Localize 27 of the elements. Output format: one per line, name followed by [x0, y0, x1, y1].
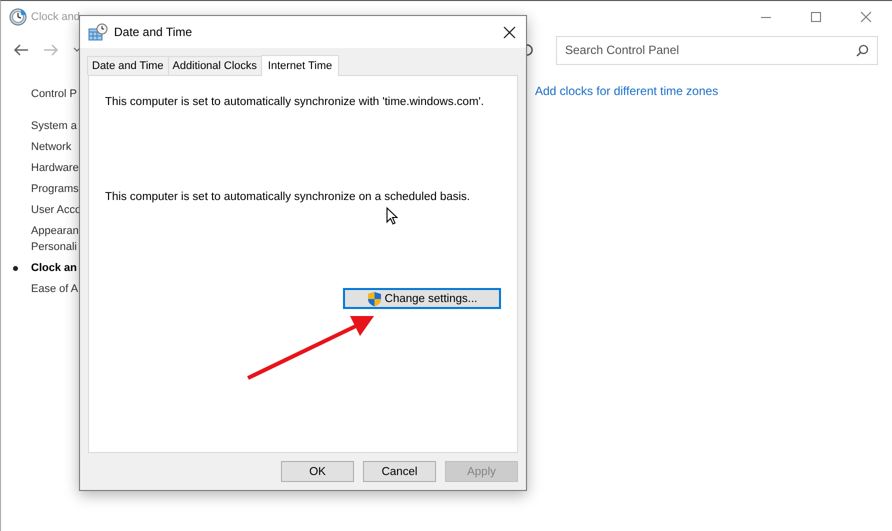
maximize-icon[interactable] — [810, 10, 822, 22]
cursor-icon — [386, 207, 398, 225]
tab[interactable]: Date and Time — [87, 56, 169, 75]
sidebar-item[interactable]: Control P — [31, 86, 77, 102]
clock-icon — [9, 8, 27, 26]
shield-icon — [366, 290, 382, 306]
sync-message: This computer is set to automatically synchronize with 'time.windows.com'. — [105, 96, 485, 108]
cancel-button[interactable]: Cancel — [363, 461, 436, 482]
window-title: Clock and — [31, 10, 80, 22]
sidebar-item[interactable]: Hardware — [31, 160, 79, 176]
search-icon — [856, 44, 869, 56]
tab[interactable]: Internet Time — [260, 55, 340, 76]
calendar-clock-icon — [88, 23, 108, 41]
sidebar-item[interactable]: Ease of A — [31, 281, 78, 297]
search-field[interactable]: Search Control Panel — [556, 36, 878, 64]
ok-button[interactable]: OK — [281, 461, 354, 482]
dialog-title: Date and Time — [114, 25, 192, 39]
add-clocks-link[interactable]: Add clocks for different time zones — [535, 84, 718, 98]
sidebar-item[interactable]: Appearan Personali — [31, 223, 79, 255]
sidebar-item[interactable]: Clock an — [31, 260, 77, 276]
back-icon[interactable] — [13, 43, 29, 57]
sidebar-item[interactable]: Network — [31, 139, 72, 155]
sidebar-item[interactable]: System a — [31, 118, 77, 134]
schedule-message: This computer is set to automatically synchronize on a scheduled basis. — [105, 191, 471, 203]
change-settings-button[interactable]: Change settings... — [343, 288, 501, 309]
close-icon[interactable] — [503, 26, 516, 38]
sidebar-item[interactable]: Programs — [31, 181, 79, 197]
